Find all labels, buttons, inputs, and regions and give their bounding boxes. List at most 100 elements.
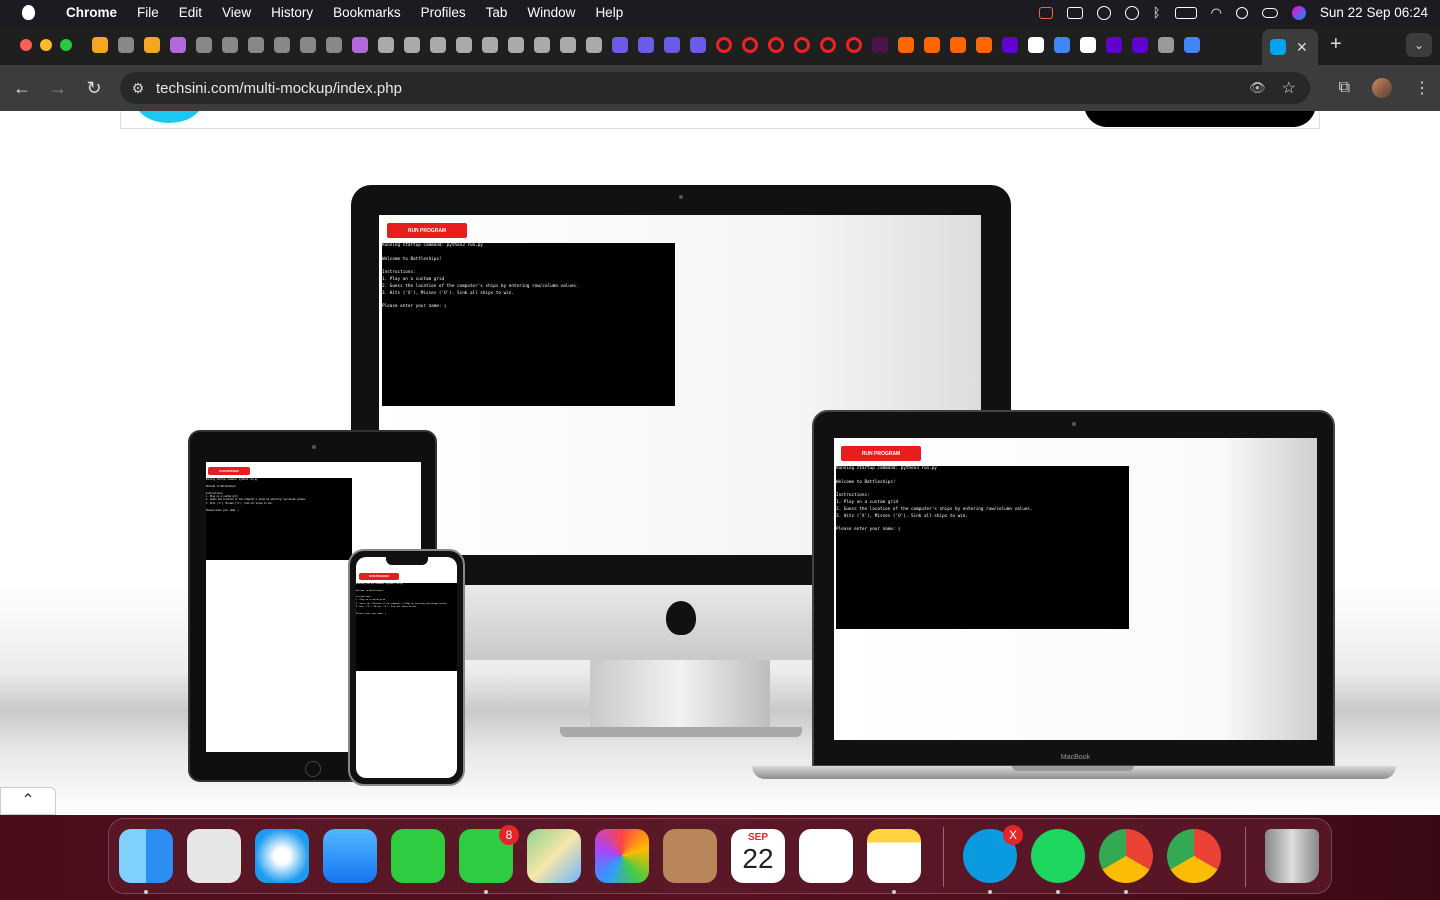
pinned-tab-favicon-icon[interactable] [1002, 37, 1018, 53]
messages-icon[interactable]: 8 [459, 825, 519, 883]
pinned-tab-favicon-icon[interactable] [170, 37, 186, 53]
pinned-tab-favicon-icon[interactable] [430, 37, 446, 53]
pinned-tab-favicon-icon[interactable] [352, 37, 368, 53]
menu-file[interactable]: File [127, 5, 169, 20]
imac-run-program-button[interactable]: RUN PROGRAM [387, 223, 467, 238]
reminders-icon[interactable] [799, 829, 853, 883]
eye-off-icon[interactable]: 👁 [1249, 80, 1266, 96]
pinned-tab-favicon-icon[interactable] [1054, 37, 1070, 53]
pinned-tab-favicon-icon[interactable] [560, 37, 576, 53]
menu-history[interactable]: History [261, 5, 323, 20]
forward-button[interactable]: → [40, 78, 76, 99]
pinned-tab-favicon-icon[interactable] [846, 37, 862, 53]
spotlight-search-icon[interactable] [1235, 6, 1248, 19]
maximize-window-button[interactable] [60, 39, 72, 51]
siri-icon[interactable] [1291, 5, 1306, 20]
chrome-menu-icon[interactable]: ⋮ [1414, 78, 1430, 98]
pinned-tab-favicon-icon[interactable] [118, 37, 134, 53]
mail-icon[interactable] [323, 829, 377, 883]
tablet-run-program-button[interactable]: RUN PROGRAM [208, 467, 250, 475]
play-status-icon[interactable] [1124, 5, 1139, 20]
imac-terminal[interactable]: Running startup command: python3 run.py … [382, 243, 675, 406]
phone-terminal[interactable]: Running startup command: python3 run.py … [356, 583, 457, 671]
display-status-icon[interactable] [1066, 6, 1083, 19]
menu-tab[interactable]: Tab [476, 5, 518, 20]
new-tab-button[interactable]: + [1330, 33, 1342, 56]
pinned-tab-favicon-icon[interactable] [300, 37, 316, 53]
spotify-icon[interactable] [1031, 829, 1085, 883]
menu-clock[interactable]: Sun 22 Sep 06:24 [1320, 5, 1428, 20]
pinned-tab-favicon-icon[interactable] [742, 37, 758, 53]
calendar-icon[interactable]: SEP 22 [731, 829, 785, 883]
menu-view[interactable]: View [212, 5, 261, 20]
pinned-tab-favicon-icon[interactable] [664, 37, 680, 53]
launchpad-icon[interactable] [187, 829, 241, 883]
laptop-run-program-button[interactable]: RUN PROGRAM [841, 446, 921, 461]
pinned-tab-favicon-icon[interactable] [794, 37, 810, 53]
extensions-icon[interactable]: ⧉ [1339, 79, 1350, 97]
pinned-tab-favicon-icon[interactable] [248, 37, 264, 53]
url-text[interactable]: techsini.com/multi-mockup/index.php [156, 80, 402, 97]
site-info-icon[interactable]: ⚙ [120, 80, 156, 97]
pinned-tab-favicon-icon[interactable] [768, 37, 784, 53]
profile-avatar[interactable] [1372, 78, 1392, 98]
pinned-tab-favicon-icon[interactable] [950, 37, 966, 53]
pinned-tab-favicon-icon[interactable] [222, 37, 238, 53]
pinned-tab-favicon-icon[interactable] [1132, 37, 1148, 53]
menu-help[interactable]: Help [585, 5, 633, 20]
tablet-home-button[interactable] [305, 761, 321, 777]
menu-edit[interactable]: Edit [169, 5, 212, 20]
tab-active[interactable]: ✕ [1262, 29, 1318, 65]
tablet-terminal[interactable]: Running startup command: python3 run.py … [206, 478, 352, 560]
pinned-tab-favicon-icon[interactable] [1028, 37, 1044, 53]
trash-icon[interactable] [1265, 829, 1319, 883]
pinned-tab-favicon-icon[interactable] [690, 37, 706, 53]
address-bar[interactable]: ⚙ techsini.com/multi-mockup/index.php 👁 … [120, 72, 1310, 104]
bookmark-star-icon[interactable]: ☆ [1282, 78, 1296, 98]
pinned-tab-favicon-icon[interactable] [404, 37, 420, 53]
close-tab-icon[interactable]: ✕ [1296, 39, 1308, 56]
pinned-tab-favicon-icon[interactable] [196, 37, 212, 53]
pinned-tab-favicon-icon[interactable] [924, 37, 940, 53]
pinned-tab-favicon-icon[interactable] [872, 37, 888, 53]
pinned-tab-favicon-icon[interactable] [534, 37, 550, 53]
photos-icon[interactable] [595, 829, 649, 883]
reload-button[interactable]: ↻ [76, 78, 112, 99]
maps-icon[interactable] [527, 829, 581, 883]
contacts-icon[interactable] [663, 829, 717, 883]
pinned-tab-favicon-icon[interactable] [508, 37, 524, 53]
finder-icon[interactable] [119, 829, 173, 883]
pinned-tab-favicon-icon[interactable] [1184, 37, 1200, 53]
creative-cloud-icon[interactable] [1096, 5, 1111, 20]
chrome-beta-icon[interactable] [1167, 829, 1221, 883]
pinned-tab-favicon-icon[interactable] [456, 37, 472, 53]
pinned-tab-favicon-icon[interactable] [716, 37, 732, 53]
notes-icon[interactable] [867, 829, 921, 883]
apple-menu-icon[interactable] [0, 5, 56, 20]
pinned-tab-favicon-icon[interactable] [92, 37, 108, 53]
pinned-tab-favicon-icon[interactable] [378, 37, 394, 53]
tab-search-button[interactable]: ⌄ [1406, 33, 1432, 57]
menu-window[interactable]: Window [517, 5, 585, 20]
back-button[interactable]: ← [4, 78, 40, 99]
menu-app-name[interactable]: Chrome [56, 5, 127, 20]
pinned-tab-favicon-icon[interactable] [144, 37, 160, 53]
minimize-window-button[interactable] [40, 39, 52, 51]
pinned-tab-favicon-icon[interactable] [586, 37, 602, 53]
chrome-icon[interactable] [1099, 829, 1153, 883]
pinned-tab-favicon-icon[interactable] [1158, 37, 1174, 53]
close-window-button[interactable] [20, 39, 32, 51]
pinned-tab-favicon-icon[interactable] [638, 37, 654, 53]
menu-bookmarks[interactable]: Bookmarks [323, 5, 411, 20]
pinned-tab-favicon-icon[interactable] [612, 37, 628, 53]
pinned-tab-favicon-icon[interactable] [326, 37, 342, 53]
scroll-to-top-button[interactable]: ⌃ [0, 787, 56, 815]
skype-icon[interactable]: X [963, 825, 1023, 883]
control-center-icon[interactable] [1261, 7, 1278, 18]
laptop-terminal[interactable]: Running startup command: python3 run.py … [836, 466, 1129, 629]
pinned-tab-favicon-icon[interactable] [820, 37, 836, 53]
facetime-icon[interactable] [391, 829, 445, 883]
pinned-tab-favicon-icon[interactable] [976, 37, 992, 53]
pinned-tab-favicon-icon[interactable] [1080, 37, 1096, 53]
pinned-tab-favicon-icon[interactable] [898, 37, 914, 53]
